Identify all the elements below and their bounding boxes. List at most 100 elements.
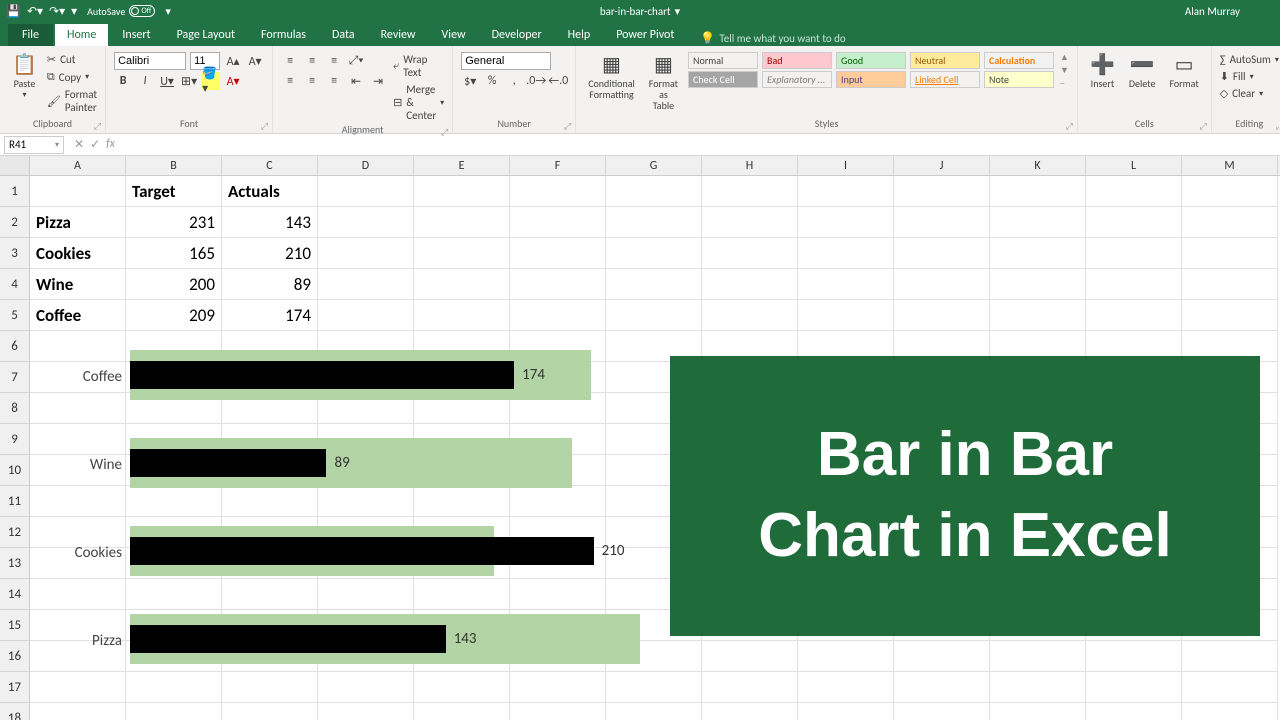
row-header[interactable]: 14: [0, 579, 30, 610]
copy-button[interactable]: ⧉Copy▾: [47, 69, 97, 85]
cell[interactable]: [1182, 641, 1278, 672]
cancel-icon[interactable]: ✕: [74, 137, 84, 152]
col-header[interactable]: J: [894, 156, 990, 175]
cell[interactable]: [702, 238, 798, 269]
format-painter-button[interactable]: 🖌Format Painter: [47, 87, 97, 115]
redo-icon[interactable]: ↷▾: [49, 4, 65, 19]
fill-color-button[interactable]: 🪣▾: [202, 72, 220, 90]
row-header[interactable]: 2: [0, 207, 30, 238]
tab-home[interactable]: Home: [55, 24, 108, 46]
cell[interactable]: [1086, 703, 1182, 720]
bold-button[interactable]: B: [114, 72, 132, 90]
save-icon[interactable]: 💾: [6, 4, 21, 19]
cell[interactable]: [1086, 269, 1182, 300]
formula-input[interactable]: [121, 136, 1280, 154]
style-bad[interactable]: Bad: [762, 52, 832, 69]
cell[interactable]: [414, 703, 510, 720]
row-header[interactable]: 12: [0, 517, 30, 548]
cell[interactable]: [1086, 176, 1182, 207]
cell[interactable]: [606, 238, 702, 269]
col-header[interactable]: F: [510, 156, 606, 175]
font-color-button[interactable]: A▾: [224, 72, 242, 90]
cell[interactable]: [1182, 672, 1278, 703]
align-middle-button[interactable]: ≡: [303, 52, 321, 70]
align-center-button[interactable]: ≡: [303, 72, 321, 90]
cell[interactable]: 143: [222, 207, 318, 238]
cell[interactable]: [30, 331, 126, 362]
conditional-formatting-button[interactable]: ▦Conditional Formatting: [584, 52, 639, 102]
col-header[interactable]: A: [30, 156, 126, 175]
styles-scroll-down-icon[interactable]: ▼: [1060, 65, 1069, 76]
cell[interactable]: 210: [222, 238, 318, 269]
increase-decimal-button[interactable]: .0→: [527, 72, 545, 90]
cell[interactable]: Target: [126, 176, 222, 207]
cell[interactable]: [606, 269, 702, 300]
tab-file[interactable]: File: [8, 24, 53, 46]
cell[interactable]: [702, 176, 798, 207]
cell[interactable]: [318, 207, 414, 238]
tab-developer[interactable]: Developer: [480, 24, 554, 46]
cell[interactable]: 174: [222, 300, 318, 331]
col-header[interactable]: D: [318, 156, 414, 175]
cell[interactable]: [702, 703, 798, 720]
cell[interactable]: Actuals: [222, 176, 318, 207]
cell[interactable]: [990, 176, 1086, 207]
tell-me-search[interactable]: 💡 Tell me what you want to do: [700, 31, 845, 46]
cell[interactable]: [1086, 300, 1182, 331]
cell[interactable]: [606, 176, 702, 207]
percent-button[interactable]: %: [483, 72, 501, 90]
cell[interactable]: [702, 207, 798, 238]
col-header[interactable]: B: [126, 156, 222, 175]
cell[interactable]: [990, 703, 1086, 720]
style-note[interactable]: Note: [984, 71, 1054, 88]
cell[interactable]: [702, 641, 798, 672]
col-header[interactable]: H: [702, 156, 798, 175]
cell[interactable]: [510, 703, 606, 720]
style-explanatory[interactable]: Explanatory ...: [762, 71, 832, 88]
cell[interactable]: [30, 393, 126, 424]
tab-page-layout[interactable]: Page Layout: [165, 24, 247, 46]
cell[interactable]: [990, 207, 1086, 238]
autosave-more-icon[interactable]: ▾: [165, 5, 171, 18]
col-header[interactable]: G: [606, 156, 702, 175]
cell[interactable]: [510, 269, 606, 300]
cell[interactable]: [894, 238, 990, 269]
cell[interactable]: [798, 703, 894, 720]
insert-cells-button[interactable]: ➕Insert: [1086, 52, 1119, 91]
cell[interactable]: [30, 486, 126, 517]
wrap-text-button[interactable]: ⤶Wrap Text: [393, 52, 444, 80]
styles-scroll-up-icon[interactable]: ▲: [1060, 52, 1069, 63]
font-name-select[interactable]: [114, 52, 186, 70]
cell[interactable]: [798, 176, 894, 207]
row-header[interactable]: 6: [0, 331, 30, 362]
cell[interactable]: [606, 703, 702, 720]
qat-more-icon[interactable]: ▾: [71, 4, 77, 19]
cell[interactable]: [30, 579, 126, 610]
style-normal[interactable]: Normal: [688, 52, 758, 69]
row-header[interactable]: 11: [0, 486, 30, 517]
tab-power-pivot[interactable]: Power Pivot: [604, 24, 686, 46]
cell[interactable]: [1182, 238, 1278, 269]
cell[interactable]: [30, 703, 126, 720]
cell[interactable]: [1086, 238, 1182, 269]
format-cells-button[interactable]: ▭Format: [1165, 52, 1202, 91]
cell[interactable]: [990, 300, 1086, 331]
row-header[interactable]: 18: [0, 703, 30, 720]
col-header[interactable]: E: [414, 156, 510, 175]
paste-button[interactable]: 📋Paste▾: [8, 52, 41, 102]
cell[interactable]: [894, 176, 990, 207]
cell[interactable]: [894, 703, 990, 720]
orientation-button[interactable]: ⤢▾: [347, 52, 365, 70]
cell[interactable]: [1086, 207, 1182, 238]
cell[interactable]: [894, 641, 990, 672]
row-header[interactable]: 13: [0, 548, 30, 579]
row-header[interactable]: 4: [0, 269, 30, 300]
autosave-toggle[interactable]: AutoSave Off: [87, 5, 155, 18]
row-header[interactable]: 3: [0, 238, 30, 269]
cell[interactable]: [510, 238, 606, 269]
underline-button[interactable]: U▾: [158, 72, 176, 90]
cell[interactable]: [702, 672, 798, 703]
cell[interactable]: 209: [126, 300, 222, 331]
cell[interactable]: [1182, 703, 1278, 720]
cell[interactable]: [222, 703, 318, 720]
